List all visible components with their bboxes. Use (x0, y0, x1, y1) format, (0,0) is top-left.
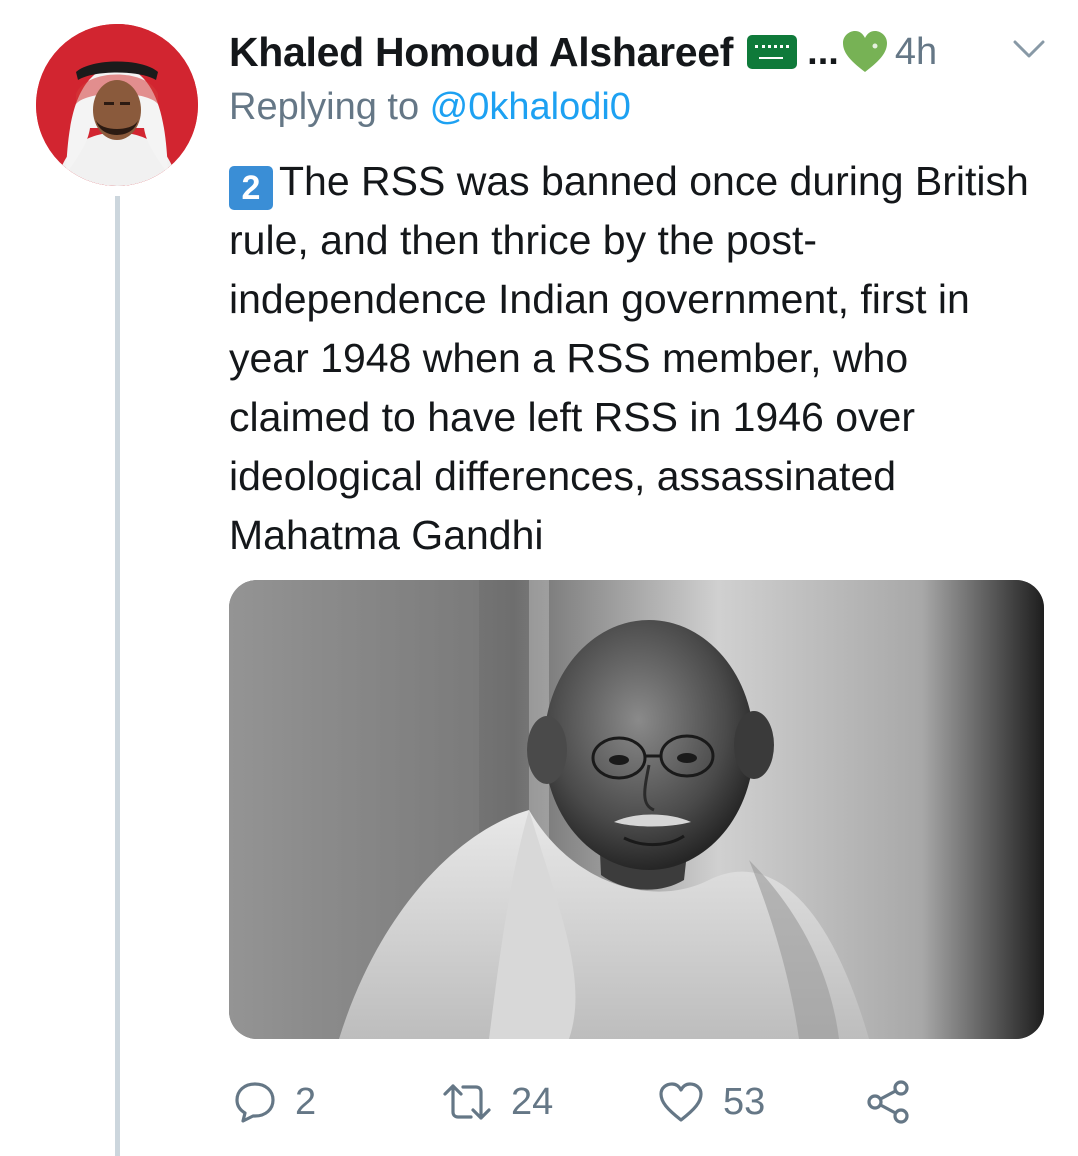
tweet-header: Khaled Homoud Alshareef ... 4h (229, 24, 1049, 80)
reply-button[interactable]: 2 (233, 1070, 316, 1134)
retweet-button[interactable]: 24 (441, 1070, 553, 1134)
reply-mention-link[interactable]: @0khalodi0 (430, 86, 631, 128)
tweet-body: The RSS was banned once during British r… (229, 158, 1029, 558)
tweet-actions: 2 24 53 (229, 1070, 1049, 1134)
gandhi-photo (229, 580, 1044, 1039)
retweet-icon (443, 1084, 491, 1120)
tweet-time[interactable]: 4h (895, 31, 937, 74)
heart-icon (659, 1082, 703, 1122)
like-count: 53 (723, 1080, 766, 1123)
reply-count: 2 (295, 1080, 317, 1123)
number-badge: 2 (229, 166, 273, 210)
name-ellipsis: ... (807, 30, 839, 73)
author-name[interactable]: Khaled Homoud Alshareef (229, 29, 733, 76)
thread-line (115, 196, 120, 1156)
avatar-image (36, 24, 198, 186)
replying-to: Replying to @0khalodi0 (229, 86, 631, 129)
reply-icon (235, 1082, 275, 1123)
replying-prefix: Replying to (229, 86, 430, 128)
share-icon (867, 1080, 909, 1124)
avatar[interactable] (36, 24, 198, 186)
retweet-count: 24 (511, 1080, 554, 1123)
saudi-flag-icon (747, 35, 798, 69)
chevron-down-icon[interactable] (1009, 34, 1049, 64)
tweet-text: 2 The RSS was banned once during British … (229, 152, 1059, 565)
like-button[interactable]: 53 (657, 1070, 765, 1134)
green-heart-icon (842, 31, 887, 72)
tweet[interactable]: Khaled Homoud Alshareef ... 4h Replying … (0, 0, 1078, 1156)
share-button[interactable] (865, 1070, 913, 1134)
tweet-media[interactable] (229, 580, 1044, 1039)
